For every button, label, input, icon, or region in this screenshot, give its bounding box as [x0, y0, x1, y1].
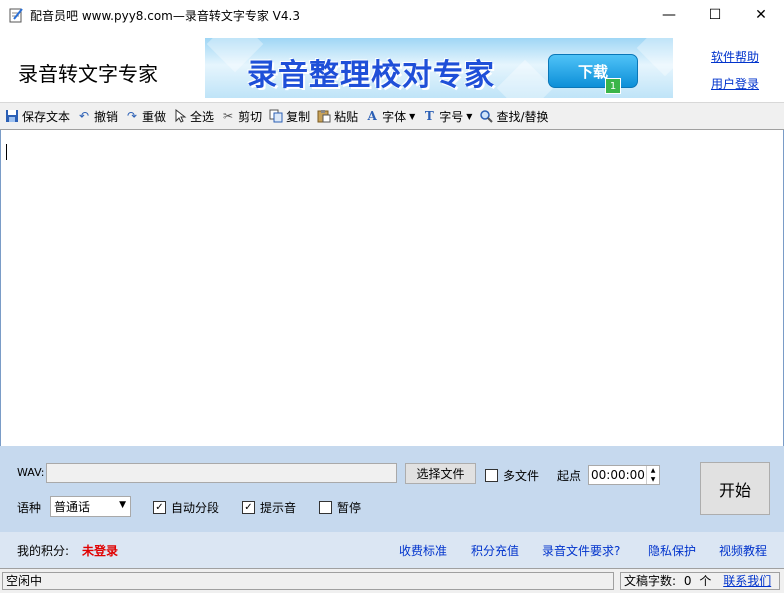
copy-label: 复制	[286, 109, 311, 124]
prompt-sound-checkbox[interactable]: ✓ 提示音	[242, 499, 296, 516]
chevron-down-icon: ▼	[409, 111, 416, 121]
copy-icon	[269, 109, 283, 123]
paste-label: 粘贴	[334, 109, 359, 124]
paste-icon	[317, 110, 331, 123]
spin-up-icon[interactable]: ▲	[647, 466, 659, 475]
save-text-button[interactable]: 保存文本	[3, 105, 75, 127]
multi-file-label: 多文件	[503, 469, 540, 483]
app-name-label: 录音转文字专家	[18, 62, 158, 86]
word-count-label: 文稿字数:	[624, 574, 677, 588]
language-label: 语种	[17, 501, 42, 515]
font-menu-button[interactable]: A 字体 ▼	[363, 105, 420, 127]
user-login-link[interactable]: 用户登录	[711, 75, 759, 92]
redo-label: 重做	[142, 109, 167, 124]
find-replace-button[interactable]: 查找/替换	[477, 105, 553, 127]
text-editor[interactable]	[0, 130, 784, 446]
undo-icon: ↶	[78, 109, 90, 123]
ad-banner[interactable]: 录音整理校对专家 下载 1	[205, 38, 673, 98]
checkbox-checked-icon: ✓	[242, 501, 255, 514]
undo-button[interactable]: ↶ 撤销	[75, 105, 123, 127]
cut-icon: ✂	[223, 109, 234, 123]
status-text: 空闲中	[2, 572, 614, 590]
paste-button[interactable]: 粘贴	[315, 105, 363, 127]
checkbox-box	[319, 501, 332, 514]
font-icon: A	[367, 109, 377, 123]
select-file-button[interactable]: 选择文件	[405, 463, 476, 484]
app-notepad-icon	[9, 8, 23, 23]
app-header: 录音转文字专家 录音整理校对专家 下载 1 软件帮助 用户登录	[0, 30, 784, 102]
start-button[interactable]: 开始	[700, 462, 770, 515]
chevron-down-icon: ▼	[466, 111, 473, 121]
start-time-value: 00:00:00	[591, 468, 645, 482]
select-all-icon	[175, 109, 187, 123]
multi-file-checkbox[interactable]: 多文件	[485, 467, 539, 484]
video-tutorial-link[interactable]: 视频教程	[719, 542, 767, 559]
checkbox-box	[485, 469, 498, 482]
save-icon	[6, 110, 18, 122]
language-value: 普通话	[54, 500, 91, 514]
control-panel: WAV: 选择文件 多文件 起点 00:00:00 ▲ ▼ 开始 语种 普通话 …	[0, 446, 784, 532]
word-count-unit: 个	[699, 574, 712, 588]
close-button[interactable]: ✕	[738, 0, 784, 30]
word-count-value: 0	[683, 574, 692, 588]
cut-label: 剪切	[238, 109, 263, 124]
font-label: 字体	[382, 109, 407, 124]
cut-button[interactable]: ✂ 剪切	[219, 105, 267, 127]
privacy-link[interactable]: 隐私保护	[648, 542, 696, 559]
window-title: 配音员吧 www.pyy8.com—录音转文字专家 V4.3	[30, 9, 300, 23]
wav-file-input[interactable]	[46, 463, 397, 483]
score-label: 我的积分:	[17, 544, 70, 558]
auto-segment-checkbox[interactable]: ✓ 自动分段	[153, 499, 219, 516]
select-all-button[interactable]: 全选	[171, 105, 219, 127]
start-point-label: 起点	[557, 469, 582, 483]
chevron-down-icon: ▼	[119, 500, 126, 510]
software-help-link[interactable]: 软件帮助	[711, 48, 759, 65]
font-size-label: 字号	[439, 109, 464, 124]
redo-icon: ↷	[127, 109, 138, 123]
banner-download-button[interactable]: 下载	[548, 54, 638, 88]
save-text-label: 保存文本	[22, 109, 71, 124]
start-time-input[interactable]: 00:00:00 ▲ ▼	[588, 465, 660, 485]
pricing-link[interactable]: 收费标准	[399, 542, 447, 559]
copy-button[interactable]: 复制	[267, 105, 315, 127]
contact-us-link[interactable]: 联系我们	[723, 574, 771, 588]
info-bar: 我的积分: 未登录 收费标准 积分充值 录音文件要求? 隐私保护 视频教程	[0, 532, 784, 568]
pause-label: 暂停	[337, 501, 362, 515]
maximize-button[interactable]: ☐	[692, 0, 738, 30]
toolbar: 保存文本 ↶ 撤销 ↷ 重做 全选 ✂ 剪切 复制 粘贴 A 字体 ▼ T 字号…	[0, 102, 784, 130]
recharge-link[interactable]: 积分充值	[471, 542, 519, 559]
wav-label: WAV:	[17, 466, 45, 479]
undo-label: 撤销	[94, 109, 119, 124]
select-all-label: 全选	[190, 109, 215, 124]
file-requirements-link[interactable]: 录音文件要求?	[542, 542, 620, 559]
pause-checkbox[interactable]: 暂停	[319, 499, 361, 516]
font-size-menu-button[interactable]: T 字号 ▼	[420, 105, 477, 127]
prompt-sound-label: 提示音	[260, 501, 297, 515]
text-caret	[6, 144, 7, 160]
status-bar: 空闲中 文稿字数: 0 个 联系我们	[0, 568, 784, 593]
word-count-pane: 文稿字数: 0 个 联系我们	[620, 572, 780, 590]
score-value: 未登录	[82, 544, 119, 558]
banner-text: 录音整理校对专家	[247, 58, 495, 93]
auto-segment-label: 自动分段	[171, 501, 220, 515]
checkbox-checked-icon: ✓	[153, 501, 166, 514]
find-replace-label: 查找/替换	[496, 109, 549, 124]
time-spinner[interactable]: ▲ ▼	[646, 466, 659, 484]
spin-down-icon[interactable]: ▼	[647, 475, 659, 484]
language-select[interactable]: 普通话 ▼	[50, 496, 131, 517]
minimize-button[interactable]: —	[646, 0, 692, 30]
title-bar[interactable]: 配音员吧 www.pyy8.com—录音转文字专家 V4.3 — ☐ ✕	[0, 0, 784, 30]
font-size-icon: T	[424, 109, 434, 123]
search-icon	[480, 110, 494, 123]
banner-badge: 1	[605, 78, 621, 94]
redo-button[interactable]: ↷ 重做	[123, 105, 171, 127]
